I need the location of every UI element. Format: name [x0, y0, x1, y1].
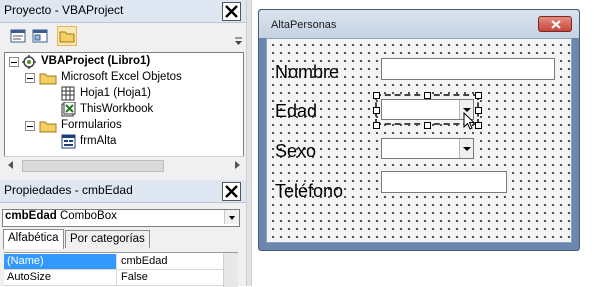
- view-code-button[interactable]: [8, 26, 28, 46]
- tab-por-categorias[interactable]: Por categorías: [65, 230, 150, 248]
- tree-item-hoja1[interactable]: Hoja1 (Hoja1): [80, 87, 151, 99]
- userform-icon: [61, 134, 76, 149]
- scroll-right-icon[interactable]: [235, 161, 240, 169]
- property-value[interactable]: cmbEdad: [118, 254, 224, 269]
- userform-caption: AltaPersonas: [271, 19, 337, 31]
- folder-icon: [39, 121, 57, 133]
- properties-pane-title-text: Propiedades - cmbEdad: [4, 183, 133, 197]
- label-telefono[interactable]: Teléfono: [275, 181, 343, 201]
- property-name: AutoSize: [4, 270, 117, 285]
- cursor-icon: [463, 112, 476, 130]
- textbox-nombre[interactable]: [381, 58, 555, 80]
- object-selector-dropdown-button[interactable]: [224, 210, 239, 224]
- tree-item-forms[interactable]: Formularios: [61, 119, 122, 131]
- label-edad[interactable]: Edad: [275, 101, 317, 121]
- expander-root[interactable]: [9, 57, 19, 67]
- project-pane-close-button[interactable]: [222, 2, 241, 21]
- userform-client-area[interactable]: Nombre Edad Sexo Teléfono: [266, 38, 572, 243]
- label-nombre[interactable]: Nombre: [275, 62, 339, 82]
- tree-item-thisworkbook[interactable]: ThisWorkbook: [80, 103, 153, 115]
- userform-window[interactable]: AltaPersonas Nombre Edad Sexo Teléfono: [258, 9, 580, 251]
- project-toolbar: [0, 23, 246, 51]
- object-selector-combo[interactable]: cmbEdad ComboBox: [2, 209, 240, 227]
- view-object-icon: [32, 29, 48, 43]
- tree-item-root[interactable]: VBAProject (Libro1): [41, 55, 150, 67]
- close-icon: [225, 185, 238, 198]
- project-pane-title-text: Proyecto - VBAProject: [4, 3, 124, 17]
- expander-excel-objects[interactable]: [25, 73, 35, 83]
- resize-handle-w[interactable]: [373, 107, 380, 114]
- property-name: (Name): [4, 254, 117, 269]
- property-row[interactable]: (Name) cmbEdad: [4, 254, 238, 270]
- expander-forms[interactable]: [25, 121, 35, 131]
- property-grid: (Name) cmbEdad AutoSize False: [4, 252, 238, 287]
- label-sexo[interactable]: Sexo: [275, 141, 316, 161]
- left-dock: Proyecto - VBAProject VBAProject (Libro1…: [0, 0, 246, 287]
- tree-item-frmalta[interactable]: frmAlta: [80, 135, 116, 147]
- tab-alfabetica[interactable]: Alfabética: [3, 229, 64, 249]
- properties-pane-close-button[interactable]: [222, 182, 241, 201]
- toggle-folders-button[interactable]: [57, 26, 77, 46]
- resize-handle-s[interactable]: [424, 122, 431, 129]
- resize-handle-nw[interactable]: [373, 92, 380, 99]
- project-pane-title: Proyecto - VBAProject: [0, 0, 246, 23]
- textbox-telefono[interactable]: [381, 171, 507, 193]
- combobox-sexo[interactable]: [381, 138, 474, 159]
- userform-close-button[interactable]: [538, 16, 572, 32]
- vbaproject-icon: [22, 55, 36, 69]
- view-object-button[interactable]: [30, 26, 50, 46]
- scroll-left-icon[interactable]: [8, 161, 13, 169]
- close-icon: [225, 5, 238, 18]
- property-row[interactable]: AutoSize False: [4, 270, 238, 286]
- worksheet-icon: [61, 86, 75, 101]
- object-selector-type: ComboBox: [59, 210, 117, 222]
- workbook-icon: [61, 102, 76, 117]
- resize-handle-n[interactable]: [424, 92, 431, 99]
- combobox-edad[interactable]: [381, 99, 474, 120]
- resize-handle-sw[interactable]: [373, 122, 380, 129]
- property-grid-vscrollbar[interactable]: [223, 253, 238, 287]
- view-code-icon: [10, 29, 26, 43]
- scroll-thumb[interactable]: [22, 160, 164, 172]
- combobox-sexo-dropdown-button[interactable]: [459, 139, 473, 158]
- userform-titlebar[interactable]: AltaPersonas: [259, 10, 579, 38]
- tree-item-excel-objects[interactable]: Microsoft Excel Objetos: [61, 71, 182, 83]
- chevron-down-icon: [463, 147, 471, 151]
- toolbar-overflow-icon[interactable]: [235, 37, 242, 45]
- toggle-folders-icon: [59, 31, 75, 43]
- properties-pane-title: Propiedades - cmbEdad: [0, 180, 246, 203]
- resize-handle-ne[interactable]: [475, 92, 482, 99]
- chevron-down-icon: [229, 216, 235, 220]
- close-icon: [551, 20, 561, 29]
- property-value[interactable]: False: [118, 270, 224, 285]
- project-tree-hscrollbar[interactable]: [4, 156, 244, 174]
- object-selector-name: cmbEdad: [5, 210, 57, 222]
- folder-icon: [39, 73, 57, 85]
